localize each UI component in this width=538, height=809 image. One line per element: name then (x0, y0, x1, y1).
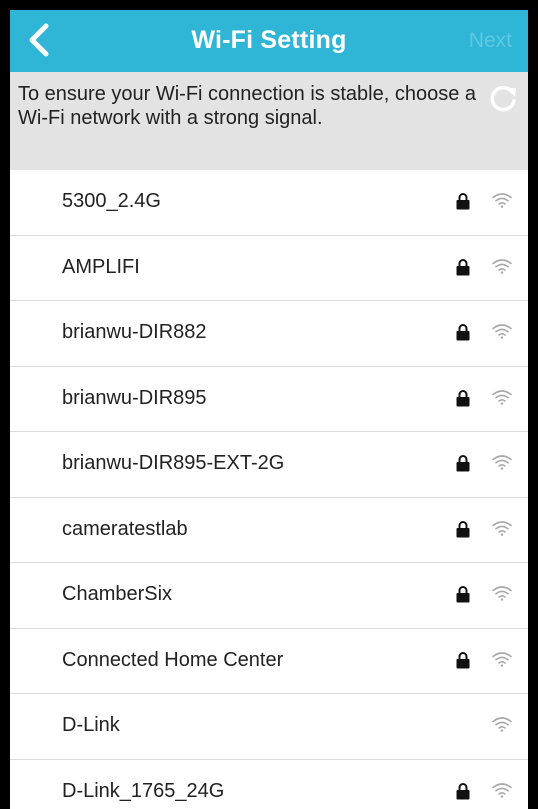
wifi-network-item[interactable]: brianwu-DIR895-EXT-2G (10, 432, 528, 498)
lock-icon (456, 651, 470, 668)
wifi-network-item[interactable]: AMPLIFI (10, 236, 528, 301)
notice-banner: To ensure your Wi-Fi connection is stabl… (10, 72, 528, 170)
wifi-network-item[interactable]: D-Link_1765_24G (10, 760, 528, 809)
wifi-network-item[interactable]: 5300_2.4G (10, 170, 528, 236)
wifi-signal-icon (492, 324, 512, 339)
network-ssid: 5300_2.4G (62, 190, 161, 212)
refresh-button[interactable] (486, 82, 520, 116)
lock-icon (456, 520, 470, 537)
wifi-signal-icon (492, 258, 512, 274)
header-bar: Wi-Fi Setting Next (10, 10, 528, 72)
network-ssid: brianwu-DIR895 (62, 386, 207, 409)
wifi-signal-icon (492, 717, 512, 732)
lock-icon (456, 586, 470, 603)
wifi-network-list: 5300_2.4G AMPLIFI brianwu-DIR882 brianwu… (10, 170, 528, 809)
wifi-signal-icon (492, 455, 512, 470)
wifi-signal-icon (492, 586, 512, 601)
lock-icon (456, 782, 470, 799)
network-ssid: D-Link_1765_24G (62, 779, 225, 802)
wifi-network-item[interactable]: Connected Home Center (10, 629, 528, 694)
lock-icon (456, 193, 470, 210)
wifi-network-item[interactable]: ChamberSix (10, 563, 528, 629)
wifi-setting-screen: Wi-Fi Setting Next To ensure your Wi-Fi … (10, 10, 528, 809)
wifi-network-item[interactable]: brianwu-DIR882 (10, 301, 528, 367)
network-ssid: brianwu-DIR882 (62, 321, 207, 343)
network-ssid: Connected Home Center (62, 648, 284, 671)
lock-icon (456, 389, 470, 406)
next-button[interactable]: Next (469, 29, 512, 53)
network-ssid: cameratestlab (62, 517, 188, 540)
wifi-network-item[interactable]: cameratestlab (10, 498, 528, 563)
wifi-network-item[interactable]: D-Link (10, 694, 528, 760)
wifi-signal-icon (492, 520, 512, 536)
wifi-network-item[interactable]: brianwu-DIR895 (10, 367, 528, 432)
wifi-signal-icon (492, 651, 512, 667)
network-ssid: D-Link (62, 714, 120, 736)
network-ssid: brianwu-DIR895-EXT-2G (62, 452, 285, 474)
wifi-signal-icon (492, 782, 512, 798)
lock-icon (456, 455, 470, 472)
wifi-signal-icon (492, 389, 512, 405)
network-ssid: ChamberSix (62, 583, 173, 605)
refresh-icon (490, 85, 516, 112)
lock-icon (456, 324, 470, 341)
lock-icon (456, 258, 470, 275)
page-title: Wi-Fi Setting (191, 26, 347, 54)
wifi-signal-icon (492, 193, 512, 208)
network-ssid: AMPLIFI (62, 255, 140, 278)
notice-text: To ensure your Wi-Fi connection is stabl… (18, 83, 476, 129)
